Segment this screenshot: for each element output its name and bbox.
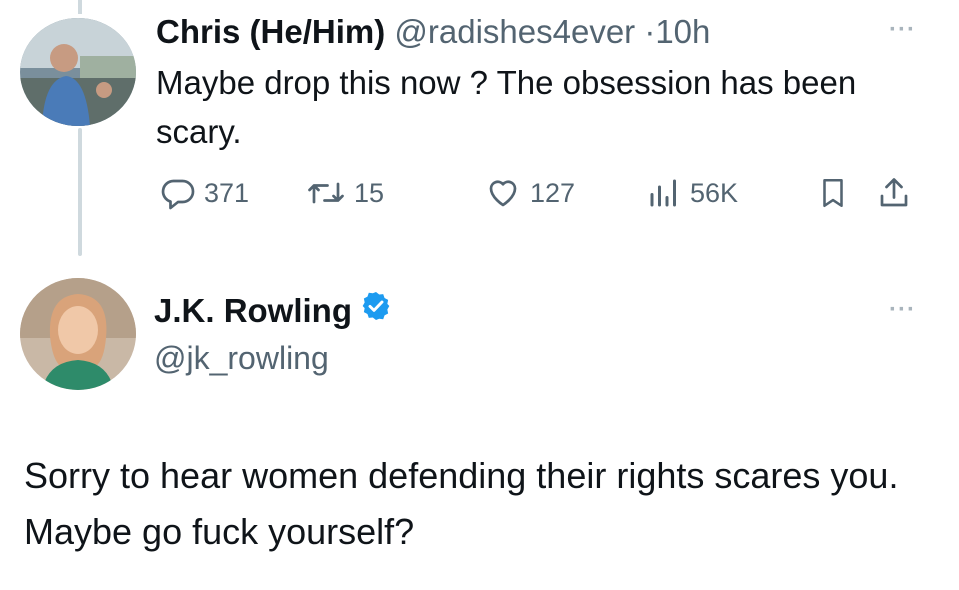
separator: · — [644, 13, 656, 50]
like-count: 127 — [530, 177, 576, 208]
thread-connector-top — [78, 0, 82, 14]
retweet-icon — [308, 182, 344, 204]
bookmark-button[interactable] — [816, 170, 850, 216]
views-icon — [650, 179, 676, 207]
tweet-text: Maybe drop this now ? The obsession has … — [156, 64, 857, 150]
reply-count: 371 — [204, 177, 250, 208]
share-icon — [880, 178, 908, 207]
tweet-header: J.K. Rowling — [154, 290, 392, 331]
tweet-actions: 371 15 127 56K — [0, 170, 959, 216]
retweet-count: 15 — [354, 177, 385, 208]
views-count: 56K — [690, 177, 739, 208]
like-icon — [489, 180, 517, 207]
avatar-photo — [20, 18, 136, 126]
views-button[interactable]: 56K — [646, 170, 738, 216]
handle[interactable]: @jk_rowling — [154, 338, 329, 378]
tweet-text: Sorry to hear women defending their righ… — [24, 455, 899, 552]
verified-badge-icon[interactable] — [360, 290, 392, 331]
avatar-photo — [20, 278, 136, 390]
like-button[interactable]: 127 — [484, 170, 575, 216]
display-name[interactable]: J.K. Rowling — [154, 291, 352, 331]
reply-button[interactable]: 371 — [160, 170, 249, 216]
more-icon[interactable]: ··· — [889, 16, 916, 44]
avatar[interactable] — [20, 278, 136, 390]
timestamp[interactable]: 10h — [655, 13, 710, 50]
retweet-button[interactable]: 15 — [306, 170, 384, 216]
avatar[interactable] — [20, 18, 136, 126]
more-icon[interactable]: ··· — [889, 296, 916, 324]
bookmark-icon — [823, 178, 843, 208]
reply-icon — [161, 179, 195, 210]
display-name[interactable]: Chris (He/Him) — [156, 13, 385, 50]
handle[interactable]: @radishes4ever — [394, 13, 635, 50]
share-button[interactable] — [876, 170, 912, 216]
tweet-header: Chris (He/Him) @radishes4ever ·10h — [156, 12, 710, 52]
